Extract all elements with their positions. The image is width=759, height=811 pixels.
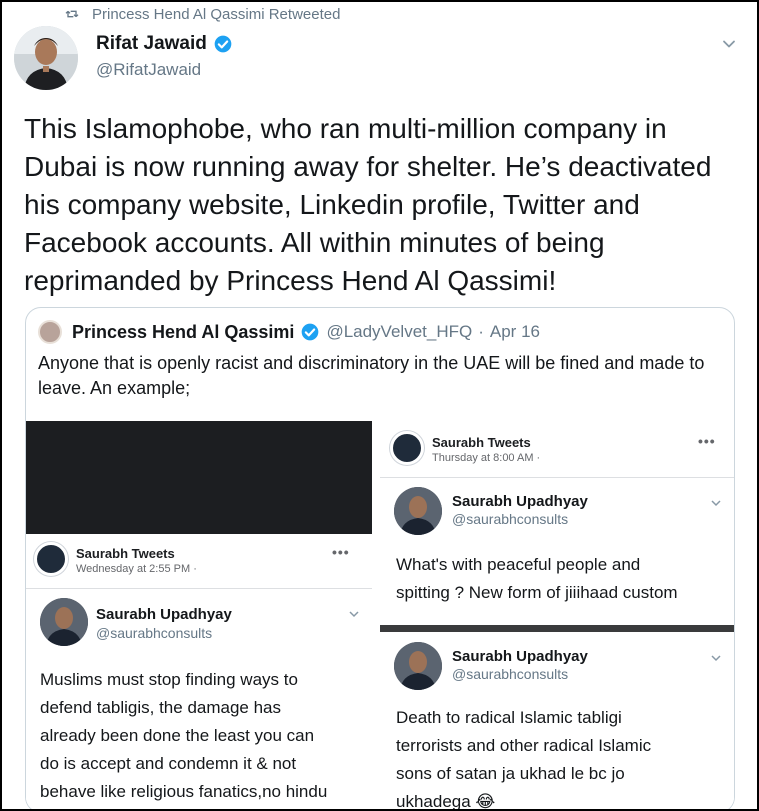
quoted-tweet-text: Anyone that is openly racist and discrim… — [38, 353, 705, 398]
author-name[interactable]: Rifat Jawaid — [96, 33, 233, 55]
retweet-indicator[interactable]: Princess Hend Al Qassimi Retweeted — [64, 4, 340, 24]
screenshot-right-bottom[interactable]: Saurabh Upadhyay @saurabhconsults Death … — [380, 632, 734, 811]
media-dark-area — [26, 421, 372, 534]
screenshot-body: What's with peaceful people and spitting… — [396, 555, 678, 602]
screenshot-user-avatar — [40, 598, 88, 646]
more-options-icon: ••• — [698, 433, 716, 449]
author-handle[interactable]: @RifatJawaid — [96, 60, 201, 80]
chevron-down-icon — [711, 655, 721, 662]
page-avatar — [390, 431, 424, 465]
quoted-tweet[interactable]: Princess Hend Al Qassimi @LadyVelvet_HFQ… — [25, 307, 735, 811]
media-separator — [372, 421, 380, 811]
post-meta: Wednesday at 2:55 PM · — [76, 563, 197, 575]
tweet-text: This Islamophobe, who ran multi-million … — [24, 113, 712, 296]
screenshot-user-handle: @saurabhconsults — [452, 666, 569, 682]
screenshot-user-name: Saurabh Upadhyay — [452, 493, 588, 510]
user-photo — [40, 598, 88, 646]
screenshot-user-avatar — [394, 642, 442, 690]
divider — [26, 588, 372, 589]
quoted-date[interactable]: Apr 16 — [490, 322, 540, 342]
retweet-icon — [65, 10, 79, 18]
more-options-icon: ••• — [332, 544, 350, 560]
divider — [380, 477, 734, 478]
quoted-media[interactable]: Saurabh Tweets Wednesday at 2:55 PM · ••… — [26, 421, 734, 811]
page-name: Saurabh Tweets — [432, 435, 531, 450]
user-photo — [394, 642, 442, 690]
quoted-separator: · — [478, 322, 484, 341]
page-avatar — [34, 542, 68, 576]
chevron-down-icon[interactable] — [721, 36, 737, 52]
quoted-author-name[interactable]: Princess Hend Al Qassimi — [72, 322, 294, 343]
author-avatar[interactable] — [14, 26, 78, 90]
quoted-author-avatar[interactable] — [38, 320, 62, 344]
screenshot-right-top[interactable]: Saurabh Tweets Thursday at 8:00 AM · •••… — [380, 421, 734, 625]
screenshot-user-name: Saurabh Upadhyay — [96, 606, 232, 623]
screenshot-user-name: Saurabh Upadhyay — [452, 648, 588, 665]
screenshot-divider-strip — [380, 625, 734, 632]
post-meta: Thursday at 8:00 AM · — [432, 452, 541, 464]
quoted-author-handle[interactable]: @LadyVelvet_HFQ — [326, 322, 472, 342]
screenshot-body: Muslims must stop finding ways to defend… — [40, 670, 328, 801]
chevron-down-icon — [349, 611, 359, 618]
screenshot-user-avatar — [394, 487, 442, 535]
retweet-label: Princess Hend Al Qassimi Retweeted — [92, 5, 341, 23]
author-name-text: Rifat Jawaid — [96, 33, 207, 54]
screenshot-user-handle: @saurabhconsults — [452, 511, 569, 527]
verified-badge-icon — [214, 35, 232, 53]
quoted-tweet-header: Princess Hend Al Qassimi @LadyVelvet_HFQ… — [38, 320, 540, 344]
screenshot-left[interactable]: Saurabh Tweets Wednesday at 2:55 PM · ••… — [26, 534, 372, 811]
chevron-down-icon — [711, 500, 721, 507]
screenshot-body: Death to radical Islamic tabligi terrori… — [396, 708, 652, 811]
page-name: Saurabh Tweets — [76, 546, 175, 561]
screenshot-user-handle: @saurabhconsults — [96, 625, 213, 641]
user-photo — [394, 487, 442, 535]
author-avatar-image — [14, 26, 78, 90]
verified-badge-icon — [302, 323, 319, 341]
